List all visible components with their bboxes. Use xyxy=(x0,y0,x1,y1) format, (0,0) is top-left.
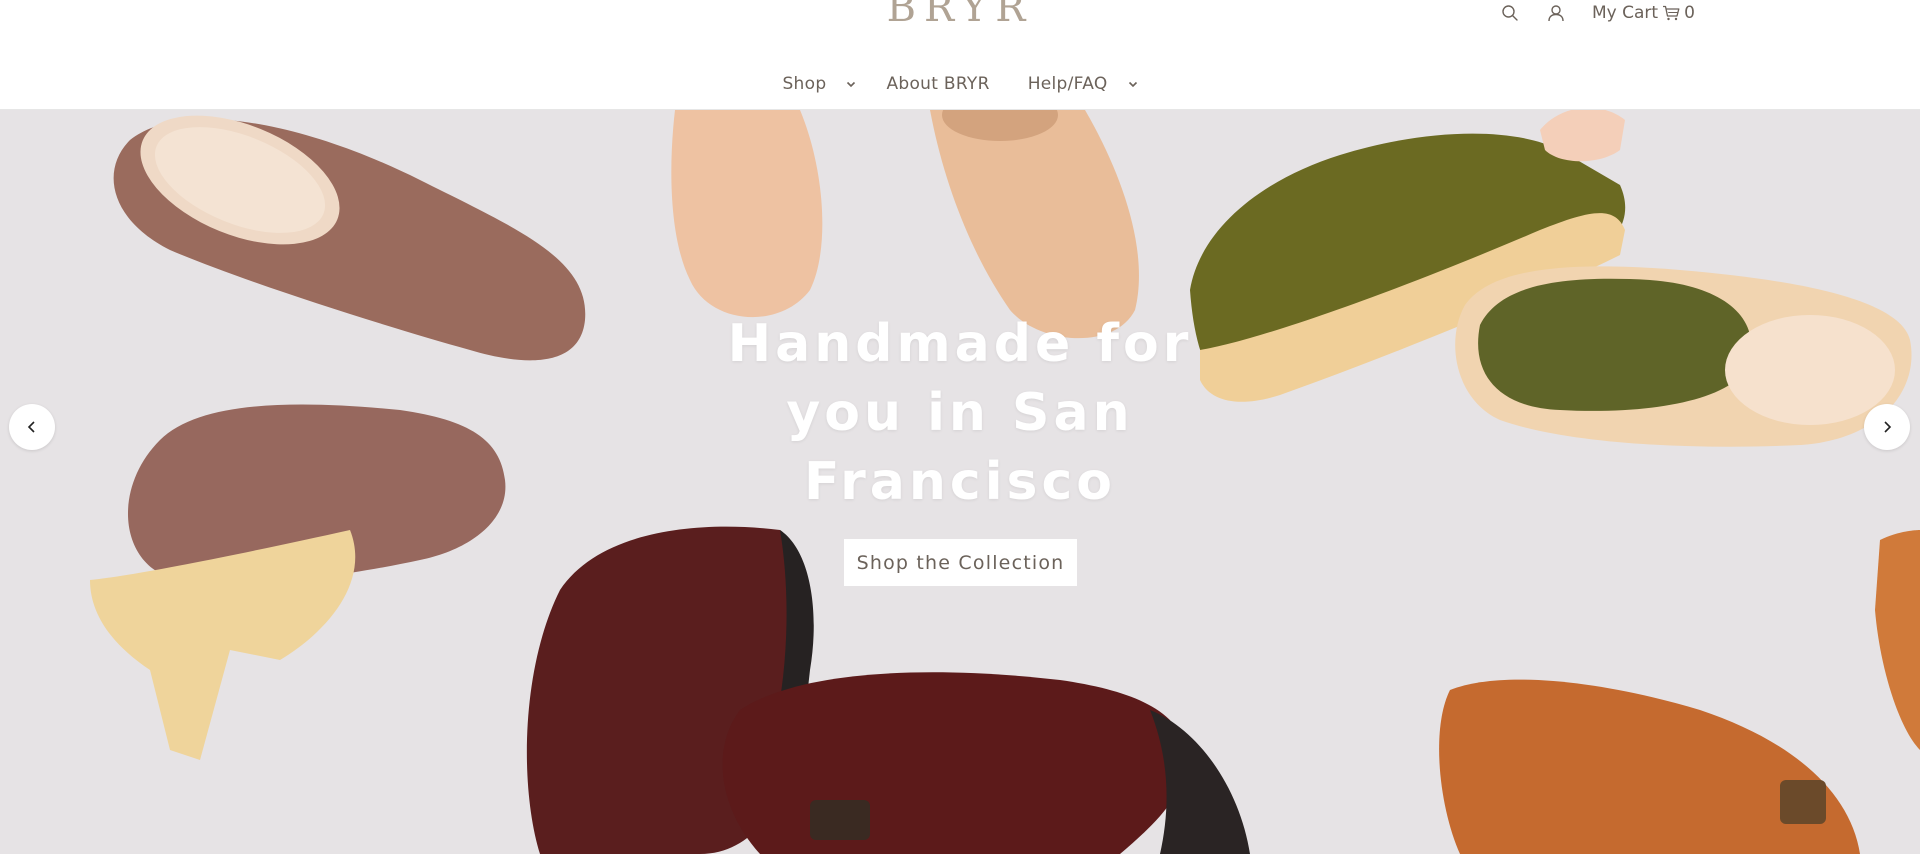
brand-logo[interactable]: BRYR xyxy=(886,0,1034,30)
chevron-down-icon[interactable] xyxy=(846,81,856,88)
nav-item-shop[interactable]: Shop xyxy=(782,74,856,94)
slider-prev-button[interactable] xyxy=(9,404,55,450)
main-nav: Shop About BRYR Help/FAQ xyxy=(0,70,1920,98)
hero-title: Handmade for you in San Francisco xyxy=(727,314,1193,512)
cart-count: 0 xyxy=(1684,3,1695,23)
nav-item-about[interactable]: About BRYR xyxy=(886,74,989,94)
hero-slider: Handmade for you in San Francisco Shop t… xyxy=(0,110,1920,854)
chevron-left-icon xyxy=(27,421,35,433)
user-icon xyxy=(1548,5,1564,22)
shop-collection-button[interactable]: Shop the Collection xyxy=(844,539,1077,586)
search-button[interactable] xyxy=(1498,0,1522,26)
site-header: BRYR My Cart 0 Shop About BRYR Help/FAQ xyxy=(0,0,1920,110)
chevron-down-icon[interactable] xyxy=(1128,81,1138,88)
clog-natural-left xyxy=(671,110,823,318)
nav-item-help[interactable]: Help/FAQ xyxy=(1028,74,1138,94)
cart-link[interactable]: My Cart 0 xyxy=(1592,0,1695,26)
slider-next-button[interactable] xyxy=(1864,404,1910,450)
cart-label: My Cart xyxy=(1592,3,1659,23)
account-button[interactable] xyxy=(1544,0,1568,26)
nav-item-label: Shop xyxy=(782,74,827,94)
search-icon xyxy=(1502,5,1518,21)
nav-item-label: Help/FAQ xyxy=(1027,74,1108,94)
nav-item-label: About BRYR xyxy=(886,74,990,94)
chevron-right-icon xyxy=(1884,421,1892,433)
cart-icon xyxy=(1662,5,1680,21)
